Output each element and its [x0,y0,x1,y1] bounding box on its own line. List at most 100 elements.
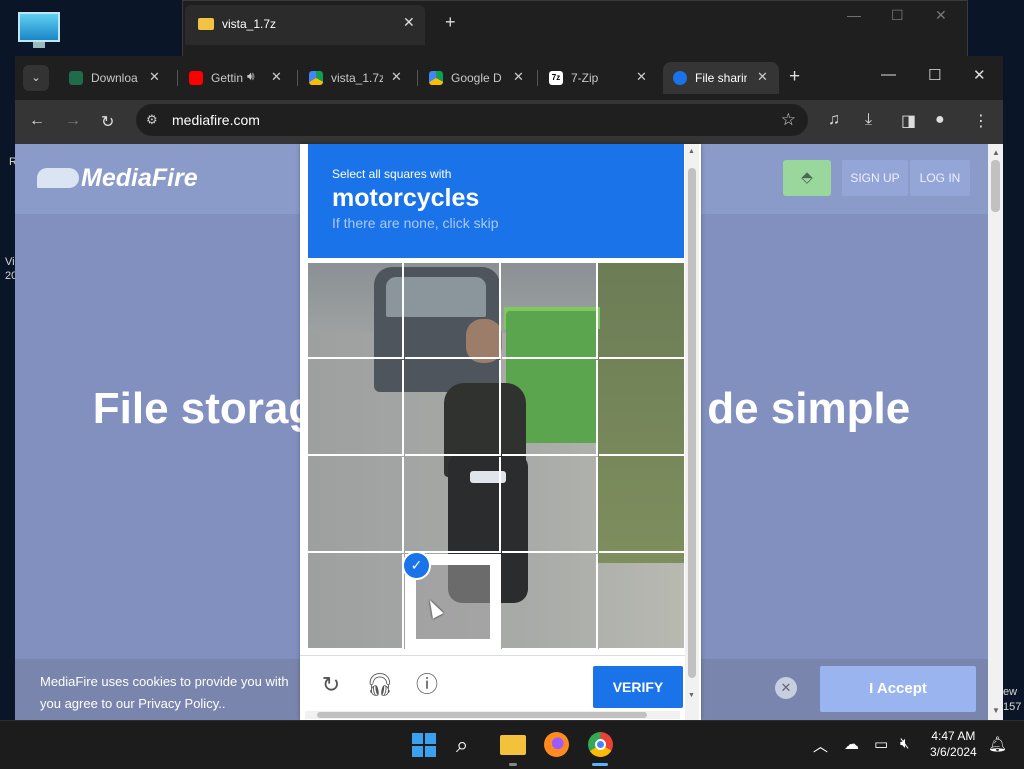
forward-icon[interactable]: → [65,112,81,130]
close-window-icon[interactable]: ✕ [973,66,986,84]
maximize-icon[interactable]: ☐ [891,7,904,24]
this-pc-icon[interactable] [18,12,60,50]
url-text[interactable]: mediafire.com [172,112,260,128]
close-icon[interactable]: ✕ [775,677,797,699]
verify-button[interactable]: VERIFY [593,666,683,708]
captcha-instruction: Select all squares with [332,167,452,181]
scroll-up-icon[interactable]: ▲ [992,148,1000,157]
onedrive-icon[interactable]: ☁ [844,735,859,753]
speaker-icon[interactable]: 🔊︎ [247,69,255,84]
menu-icon[interactable]: ⋮ [973,111,989,131]
tab-vista-drive[interactable]: vista_1.7z ✕ [299,62,417,94]
minimize-icon[interactable]: — [881,66,896,83]
accept-cookies-button[interactable]: I Accept [820,666,976,712]
page-scrollbar[interactable]: ▲ ▼ [988,144,1003,720]
mediafire-icon [673,71,687,85]
captcha-tile[interactable] [502,457,598,553]
browser-toolbar: ← → ↻ ⚙ mediafire.com ☆ ♫ ⤓ ◨ ● ⋮ [15,100,1003,144]
close-tab-icon[interactable]: ✕ [391,69,402,85]
captcha-grid: ✓ [308,263,695,650]
captcha-tile[interactable] [599,457,695,553]
captcha-tile[interactable] [599,554,695,650]
windows-start-icon[interactable] [412,733,436,757]
bookmark-star-icon[interactable]: ☆ [781,110,796,130]
captcha-tile[interactable] [502,263,598,359]
firefox-icon[interactable] [544,732,569,757]
close-tab-icon[interactable]: ✕ [513,69,524,85]
close-window-icon[interactable]: ✕ [935,7,947,24]
scroll-thumb[interactable] [991,160,1000,212]
new-tab-icon[interactable]: + [445,12,456,33]
captcha-tile[interactable] [405,263,501,359]
media-controls-icon[interactable]: ♫ [828,111,840,129]
tab-strip: ⌄ Downloa ✕ Gettin 🔊︎ ✕ vista_1.7z ✕ Goo… [15,56,1003,100]
close-icon[interactable]: ✕ [403,14,415,31]
captcha-hint: If there are none, click skip [332,215,499,231]
captcha-tile[interactable] [405,360,501,456]
reload-challenge-icon[interactable]: ↻ [318,672,344,698]
background-7zip-window[interactable]: vista_1.7z ✕ + — ☐ ✕ [182,0,968,60]
side-panel-icon[interactable]: ◨ [901,111,916,131]
tab-label: vista_1.7z [331,71,383,85]
back-icon[interactable]: ← [29,112,45,130]
tab-label: Google D [451,71,502,85]
close-tab-icon[interactable]: ✕ [757,69,768,85]
search-icon[interactable]: ⌕ [456,732,468,758]
tab-7zip[interactable]: 7z 7-Zip ✕ [539,62,657,94]
close-tab-icon[interactable]: ✕ [271,69,282,85]
maximize-icon[interactable]: ☐ [928,66,941,84]
notification-bell-icon[interactable]: 🔔︎ [988,735,1007,753]
close-tab-icon[interactable]: ✕ [149,69,160,85]
audio-challenge-icon[interactable]: 🎧︎ [366,672,394,698]
scroll-down-icon[interactable]: ▼ [992,706,1000,715]
tab-downloads[interactable]: Downloa ✕ [59,62,177,94]
scroll-down-icon[interactable]: ▼ [688,692,695,699]
scroll-thumb[interactable] [688,168,696,678]
captcha-tile[interactable] [502,360,598,456]
captcha-tile[interactable] [599,360,695,456]
info-icon[interactable]: ⓘ [414,672,440,698]
upload-icon[interactable]: ⬘ [783,160,831,196]
captcha-horizontal-scrollbar[interactable] [305,711,680,719]
network-icon[interactable]: ▭ [874,735,888,753]
profile-icon[interactable]: ● [935,111,945,129]
hero-text-right: de simple [707,384,911,433]
tab-youtube[interactable]: Gettin 🔊︎ ✕ [179,62,297,94]
minimize-icon[interactable]: — [847,7,861,23]
bg-window-title: vista_1.7z [198,17,276,31]
tab-separator [417,70,418,86]
address-bar[interactable]: ⚙ mediafire.com ☆ [136,104,808,136]
kinsta-icon [69,71,83,85]
checkmark-icon: ✓ [402,551,431,580]
cookie-text: MediaFire uses cookies to provide you wi… [40,674,289,711]
tab-search-icon[interactable]: ⌄ [23,65,49,91]
scroll-up-icon[interactable]: ▲ [688,148,695,155]
sign-up-button[interactable]: SIGN UP [842,160,908,196]
system-clock[interactable]: 4:47 AM 3/6/2024 [930,728,977,760]
new-tab-icon[interactable]: + [789,66,800,88]
tab-separator [537,70,538,86]
download-icon[interactable]: ⤓ [865,111,872,129]
volume-muted-icon[interactable]: 🔇︎ [900,735,909,752]
active-indicator [592,763,608,766]
captcha-footer: ↻ 🎧︎ ⓘ VERIFY [300,655,685,721]
chevron-up-icon[interactable]: ︿ [813,735,828,756]
scroll-thumb[interactable] [317,712,647,718]
tab-file-sharing[interactable]: File sharin ✕ [663,62,779,94]
captcha-scrollbar[interactable]: ▲ ▼ [685,144,699,720]
close-tab-icon[interactable]: ✕ [636,69,647,85]
captcha-tile[interactable] [405,457,501,553]
tab-google-drive[interactable]: Google D ✕ [419,62,537,94]
captcha-tile[interactable] [308,554,404,650]
captcha-tile[interactable] [308,263,404,359]
file-explorer-icon[interactable] [500,735,526,755]
captcha-tile[interactable] [308,457,404,553]
chrome-icon[interactable] [588,732,613,757]
captcha-tile[interactable] [599,263,695,359]
captcha-tile[interactable] [308,360,404,456]
mediafire-logo[interactable]: MediaFire [37,164,198,193]
captcha-tile[interactable] [502,554,598,650]
reload-icon[interactable]: ↻ [101,112,114,132]
log-in-button[interactable]: LOG IN [910,160,970,196]
site-settings-icon[interactable]: ⚙ [146,112,158,128]
